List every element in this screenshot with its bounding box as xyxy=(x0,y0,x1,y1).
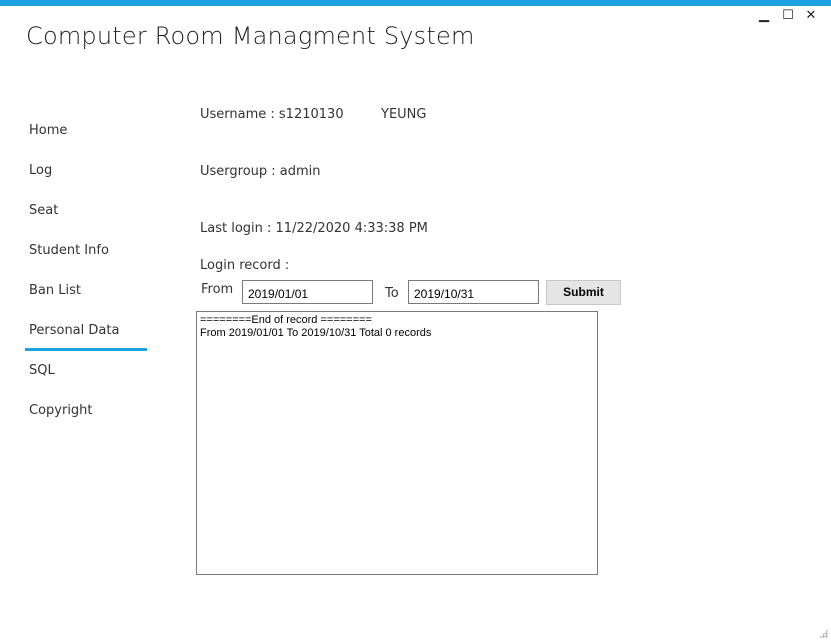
usergroup-label: Usergroup : admin xyxy=(200,164,321,179)
sidebar-item-seat[interactable]: Seat xyxy=(29,203,58,218)
selected-nav-indicator xyxy=(25,348,147,351)
sidebar-item-sql[interactable]: SQL xyxy=(29,363,55,378)
submit-button[interactable]: Submit xyxy=(546,280,621,305)
sidebar-item-student-info[interactable]: Student Info xyxy=(29,243,109,258)
minimize-icon[interactable]: ▁ xyxy=(754,8,774,24)
from-label: From xyxy=(201,282,234,297)
last-login-label: Last login : 11/22/2020 4:33:38 PM xyxy=(200,221,428,236)
resize-grip-icon[interactable] xyxy=(819,629,828,638)
record-output-line: From 2019/01/01 To 2019/10/31 Total 0 re… xyxy=(200,327,432,339)
login-record-output[interactable]: ========End of record ======== From 2019… xyxy=(196,311,598,575)
to-date-input[interactable] xyxy=(408,280,539,304)
login-record-label: Login record : xyxy=(200,258,290,273)
maximize-icon[interactable]: ☐ xyxy=(778,8,798,24)
record-output-line: ========End of record ======== xyxy=(200,314,372,326)
app-title: Computer Room Managment System xyxy=(26,22,475,50)
close-icon[interactable]: ✕ xyxy=(801,8,821,24)
username-label: Username : s1210130 xyxy=(200,107,344,122)
sidebar-item-home[interactable]: Home xyxy=(29,123,67,138)
sidebar-item-copyright[interactable]: Copyright xyxy=(29,403,93,418)
window-accent-bar xyxy=(0,0,831,6)
from-date-input[interactable] xyxy=(242,280,373,304)
user-name: YEUNG xyxy=(381,107,427,122)
sidebar-item-ban-list[interactable]: Ban List xyxy=(29,283,81,298)
to-label: To xyxy=(385,286,399,301)
sidebar-item-personal-data[interactable]: Personal Data xyxy=(29,323,119,338)
sidebar-item-log[interactable]: Log xyxy=(29,163,52,178)
